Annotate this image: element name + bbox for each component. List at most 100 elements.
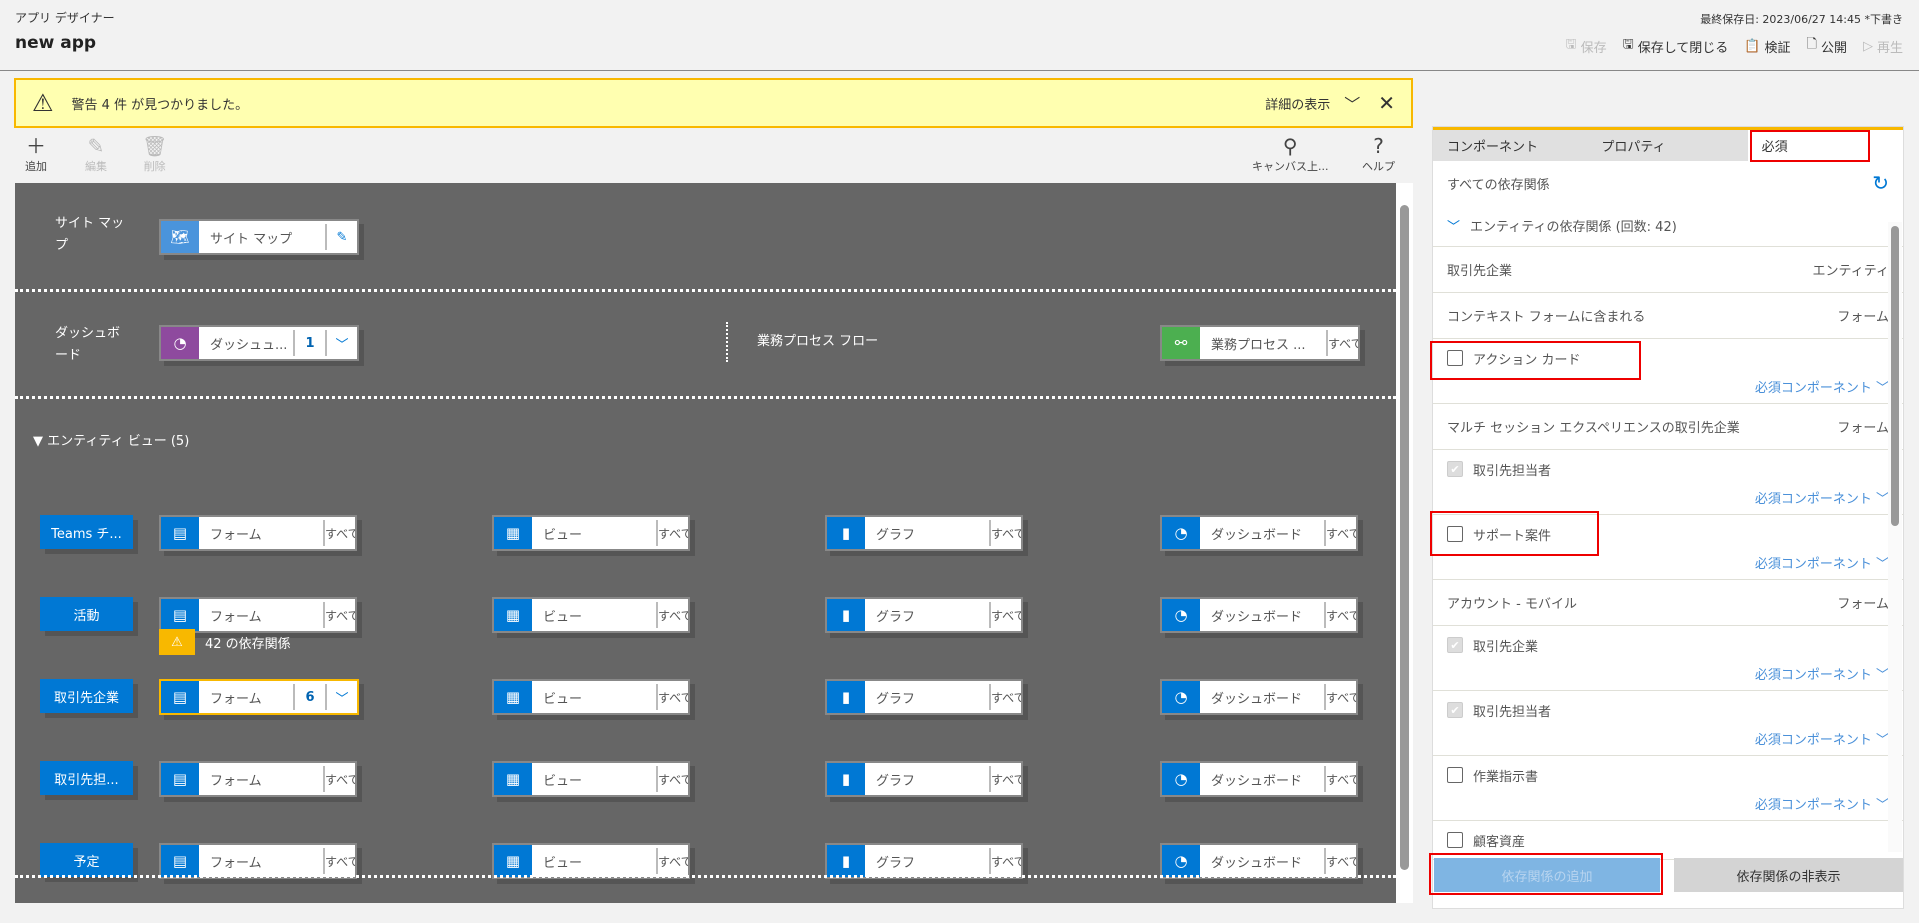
dash-tile[interactable]: ◔ ダッシュボード すべて [1160, 679, 1358, 715]
entity-view-heading[interactable]: ▼ エンティティ ビュー (5) [33, 431, 189, 453]
grid-icon: ▦ [494, 599, 532, 631]
chart-icon: ▮ [827, 681, 865, 713]
canvas-scrollbar[interactable] [1396, 183, 1413, 903]
chevron-down-icon[interactable]: ﹀ [1344, 91, 1360, 115]
bpf-tile[interactable]: ⚯ 業務プロセス ... すべて [1160, 325, 1360, 361]
required-components-toggle[interactable]: 必須コンポーネント ﹀ [1433, 794, 1903, 820]
entity-button[interactable]: 取引先企業 [40, 679, 133, 713]
sitemap-tile[interactable]: 🗺 サイト マップ ✎ [159, 219, 359, 255]
view-tile[interactable]: ▦ ビュー すべて [492, 843, 690, 879]
form-tile[interactable]: ▤ フォーム すべて [159, 843, 357, 879]
chart-tile[interactable]: ▮ グラフ すべて [825, 761, 1023, 797]
checkbox[interactable]: ✔ [1447, 702, 1463, 718]
validate-button[interactable]: 📋 検証 [1744, 35, 1790, 57]
view-tile[interactable]: ▦ ビュー すべて [492, 679, 690, 715]
dash-tile[interactable]: ◔ ダッシュボード すべて [1160, 761, 1358, 797]
form-icon: ▤ [161, 845, 199, 877]
grid-icon: ▦ [494, 517, 532, 549]
form-tile[interactable]: ▤ フォーム 6 ﹀ [159, 679, 359, 715]
play-button[interactable]: ▷ 再生 [1863, 35, 1903, 57]
pencil-icon[interactable]: ✎ [327, 230, 357, 245]
checkbox[interactable]: ✔ [1447, 637, 1463, 653]
entity-button[interactable]: 取引先担... [40, 761, 133, 795]
form-tile[interactable]: ▤ フォーム すべて [159, 761, 357, 797]
chart-tile[interactable]: ▮ グラフ すべて [825, 597, 1023, 633]
publish-button[interactable]: 🗋 公開 [1807, 35, 1847, 57]
form-tile[interactable]: ▤ フォーム すべて [159, 515, 357, 551]
map-icon: 🗺 [161, 221, 199, 253]
dash-tile[interactable]: ◔ ダッシュボード すべて [1160, 843, 1358, 879]
chart-tile[interactable]: ▮ グラフ すべて [825, 843, 1023, 879]
designer-canvas: サイト マップ 🗺 サイト マップ ✎ ダッシュボード ◔ ダッシュュ... 1… [15, 183, 1396, 903]
search-icon: ⚲ [1282, 134, 1298, 158]
gauge-icon: ◔ [1162, 517, 1200, 549]
chart-tile[interactable]: ▮ グラフ すべて [825, 515, 1023, 551]
chart-tile[interactable]: ▮ グラフ すべて [825, 679, 1023, 715]
entity-button[interactable]: 活動 [40, 597, 133, 631]
chart-icon: ▮ [827, 845, 865, 877]
gauge-icon: ◔ [161, 327, 199, 359]
dashboard-tile[interactable]: ◔ ダッシュュ... 1 ﹀ [159, 325, 359, 361]
delete-button[interactable]: 🗑 削除 [142, 134, 167, 174]
dependency-item: 作業指示書 必須コンポーネント ﹀ [1433, 756, 1903, 821]
required-components-toggle[interactable]: 必須コンポーネント ﹀ [1433, 553, 1903, 579]
app-subtitle: アプリ デザイナー [15, 11, 115, 25]
highlight-box [1750, 130, 1870, 162]
all-dependencies: すべての依存関係 ↻ [1447, 171, 1889, 195]
form-tile[interactable]: ▤ フォーム すべて [159, 597, 357, 633]
warning-message: 警告 4 件 が見つかりました。 [71, 97, 249, 113]
dependency-item: ✔ 取引先担当者 必須コンポーネント ﹀ [1433, 691, 1903, 756]
chevron-down-icon[interactable]: ﹀ [327, 688, 357, 707]
warning-icon: ⚠ [32, 89, 54, 117]
grid-icon: ▦ [494, 681, 532, 713]
form-icon: ▤ [161, 599, 199, 631]
refresh-icon[interactable]: ↻ [1872, 171, 1889, 195]
panel-scrollbar[interactable] [1888, 222, 1902, 852]
dependency-group: 取引先企業 エンティティ [1433, 247, 1903, 293]
checkbox[interactable]: ✔ [1447, 461, 1463, 477]
bpf-label: 業務プロセス フロー [757, 334, 879, 349]
entity-button[interactable]: Teams チ... [40, 515, 133, 549]
tab-components[interactable]: コンポーネント [1433, 130, 1587, 161]
save-icon: 🖫 [1565, 37, 1577, 52]
chevron-down-icon[interactable]: ﹀ [327, 334, 357, 353]
tab-properties[interactable]: プロパティ [1587, 130, 1747, 161]
divider [15, 875, 1396, 878]
grid-icon: ▦ [494, 845, 532, 877]
add-button[interactable]: ＋追加 [25, 134, 47, 174]
hide-dependencies-button[interactable]: 依存関係の非表示 [1674, 858, 1903, 892]
form-icon: ▤ [161, 517, 199, 549]
dash-tile[interactable]: ◔ ダッシュボード すべて [1160, 515, 1358, 551]
view-tile[interactable]: ▦ ビュー すべて [492, 597, 690, 633]
checkbox[interactable] [1447, 832, 1463, 848]
highlight-box [1430, 341, 1641, 380]
form-icon: ▤ [161, 763, 199, 795]
save-button[interactable]: 🖫 保存 [1566, 35, 1607, 57]
edit-button[interactable]: ✎ 編集 [85, 134, 107, 174]
dashboard-label: ダッシュボード [55, 326, 121, 363]
last-saved: 最終保存日: 2023/06/27 14:45 *下書き [1700, 13, 1903, 26]
view-tile[interactable]: ▦ ビュー すべて [492, 761, 690, 797]
save-close-icon: 🖫 [1622, 37, 1634, 52]
gauge-icon: ◔ [1162, 763, 1200, 795]
divider [15, 289, 1396, 292]
form-icon: ▤ [161, 681, 199, 713]
divider [15, 396, 1396, 399]
entity-button[interactable]: 予定 [40, 843, 133, 877]
required-components-toggle[interactable]: 必須コンポーネント ﹀ [1433, 377, 1903, 403]
required-components-toggle[interactable]: 必須コンポーネント ﹀ [1433, 664, 1903, 690]
show-details-link[interactable]: 詳細の表示 [1265, 94, 1330, 113]
dash-tile[interactable]: ◔ ダッシュボード すべて [1160, 597, 1358, 633]
save-close-button[interactable]: 🖫 保存して閉じる [1623, 35, 1729, 57]
close-icon[interactable]: ✕ [1378, 91, 1395, 115]
checkbox[interactable] [1447, 767, 1463, 783]
flow-icon: ⚯ [1162, 327, 1200, 359]
help-button[interactable]: ? ヘルプ [1362, 134, 1395, 174]
view-tile[interactable]: ▦ ビュー すべて [492, 515, 690, 551]
dependency-warning: ⚠ 42 の依存関係 [159, 629, 291, 655]
plus-icon: ＋ [26, 134, 46, 158]
required-components-toggle[interactable]: 必須コンポーネント ﹀ [1433, 729, 1903, 755]
canvas-search-button[interactable]: ⚲ キャンバス上... [1252, 134, 1329, 174]
pencil-icon: ✎ [87, 134, 105, 158]
entity-dependencies-toggle[interactable]: ﹀ エンティティの依存関係 (回数: 42) [1433, 205, 1903, 247]
